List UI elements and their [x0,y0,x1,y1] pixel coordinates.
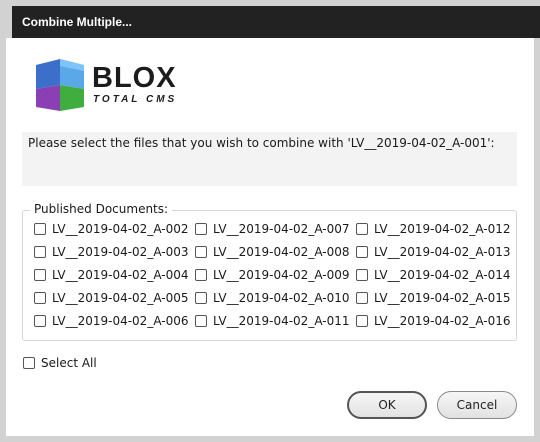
checkbox[interactable] [195,269,207,281]
doc-checkbox-item[interactable]: LV__2019-04-02_A-011 [195,313,350,329]
doc-label: LV__2019-04-02_A-012 [374,222,511,236]
ok-button[interactable]: OK [347,391,427,419]
doc-checkbox-item[interactable]: LV__2019-04-02_A-006 [34,313,189,329]
cancel-button[interactable]: Cancel [437,391,517,419]
doc-label: LV__2019-04-02_A-016 [374,314,511,328]
checkbox[interactable] [34,292,46,304]
logo-wordmark: BLOX [92,62,177,94]
doc-checkbox-item[interactable]: LV__2019-04-02_A-009 [195,267,350,283]
doc-checkbox-item[interactable]: LV__2019-04-02_A-007 [195,221,350,237]
doc-checkbox-item[interactable]: LV__2019-04-02_A-013 [356,244,511,260]
published-documents-legend: Published Documents: [30,202,173,216]
doc-label: LV__2019-04-02_A-005 [52,291,189,305]
doc-checkbox-item[interactable]: LV__2019-04-02_A-014 [356,267,511,283]
doc-label: LV__2019-04-02_A-014 [374,268,511,282]
doc-checkbox-item[interactable]: LV__2019-04-02_A-008 [195,244,350,260]
title-bar: Combine Multiple... [6,0,540,38]
checkbox[interactable] [356,315,368,327]
checkbox[interactable] [356,269,368,281]
checkbox[interactable] [34,315,46,327]
prompt-text: Please select the files that you wish to… [28,136,495,150]
checkbox[interactable] [195,223,207,235]
doc-label: LV__2019-04-02_A-006 [52,314,189,328]
blox-logo: BLOX TOTAL CMS [32,57,182,115]
checkbox[interactable] [34,223,46,235]
doc-label: LV__2019-04-02_A-015 [374,291,511,305]
doc-label: LV__2019-04-02_A-004 [52,268,189,282]
checkbox[interactable] [356,246,368,258]
document-checkbox-grid: LV__2019-04-02_A-002 LV__2019-04-02_A-00… [34,221,514,341]
checkbox[interactable] [356,292,368,304]
doc-label: LV__2019-04-02_A-008 [213,245,350,259]
doc-checkbox-item[interactable]: LV__2019-04-02_A-005 [34,290,189,306]
doc-checkbox-item[interactable]: LV__2019-04-02_A-015 [356,290,511,306]
blox-cubes-icon [36,59,84,111]
doc-label: LV__2019-04-02_A-011 [213,314,350,328]
doc-checkbox-item[interactable]: LV__2019-04-02_A-004 [34,267,189,283]
doc-checkbox-item[interactable]: LV__2019-04-02_A-003 [34,244,189,260]
checkbox[interactable] [195,292,207,304]
doc-label: LV__2019-04-02_A-009 [213,268,350,282]
doc-checkbox-item[interactable]: LV__2019-04-02_A-016 [356,313,511,329]
doc-checkbox-item[interactable]: LV__2019-04-02_A-012 [356,221,511,237]
checkbox[interactable] [195,315,207,327]
logo-subtitle: TOTAL CMS [93,94,178,105]
select-all-checkbox-item[interactable]: Select All [23,355,97,371]
doc-checkbox-item[interactable]: LV__2019-04-02_A-010 [195,290,350,306]
prompt-panel: Please select the files that you wish to… [22,132,517,186]
doc-label: LV__2019-04-02_A-013 [374,245,511,259]
doc-label: LV__2019-04-02_A-007 [213,222,350,236]
doc-label: LV__2019-04-02_A-003 [52,245,189,259]
checkbox[interactable] [356,223,368,235]
doc-label: LV__2019-04-02_A-002 [52,222,189,236]
checkbox[interactable] [34,269,46,281]
select-all-checkbox[interactable] [23,357,35,369]
doc-checkbox-item[interactable]: LV__2019-04-02_A-002 [34,221,189,237]
checkbox[interactable] [195,246,207,258]
select-all-label: Select All [41,356,97,370]
doc-label: LV__2019-04-02_A-010 [213,291,350,305]
window-title: Combine Multiple... [22,15,132,29]
checkbox[interactable] [34,246,46,258]
